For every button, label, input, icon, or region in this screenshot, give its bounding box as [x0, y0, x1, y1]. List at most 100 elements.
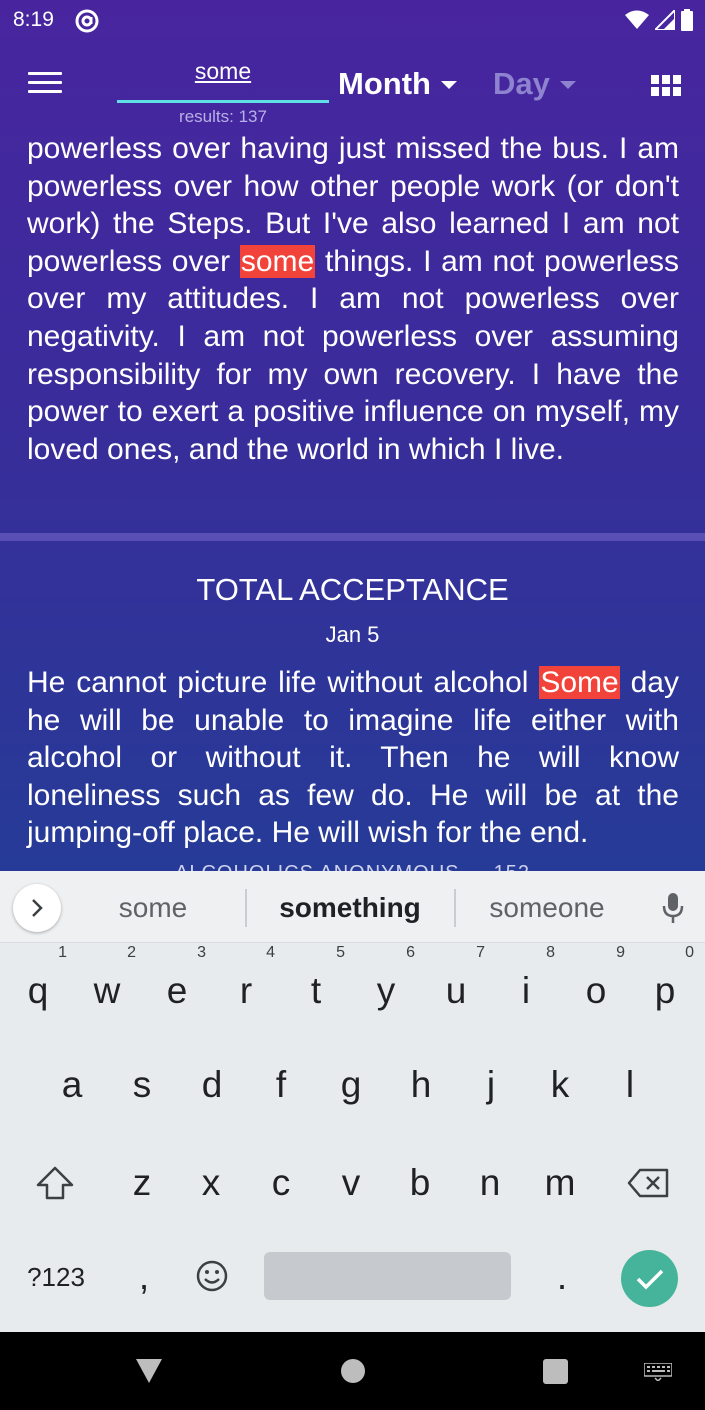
- chevron-down-icon: [440, 81, 457, 89]
- key-hint: 3: [197, 944, 206, 961]
- key[interactable]: x: [179, 1143, 243, 1223]
- status-bar: 8:19: [0, 0, 705, 40]
- key-label: i: [521, 970, 531, 1011]
- entry-text-before: He cannot picture life without alcohol: [27, 666, 540, 699]
- key[interactable]: q1: [6, 945, 70, 1031]
- key-hint: 1: [58, 944, 67, 961]
- entry-divider: [0, 533, 705, 541]
- entry-text: He cannot picture life without alcohol S…: [27, 664, 679, 852]
- key-label: n: [479, 1162, 501, 1203]
- emoji-icon: [196, 1260, 228, 1292]
- status-icons: [625, 8, 693, 32]
- key[interactable]: t5: [284, 945, 348, 1031]
- cell-signal-icon: [655, 10, 675, 30]
- navigation-bar: [0, 1332, 705, 1410]
- month-dropdown-label: Month: [338, 66, 431, 101]
- key-label: f: [275, 1064, 287, 1105]
- key-label: r: [239, 970, 253, 1011]
- key-label: b: [409, 1162, 431, 1203]
- enter-button[interactable]: [621, 1250, 678, 1307]
- key-label: p: [654, 970, 676, 1011]
- chevron-right-icon: [32, 899, 43, 917]
- expand-toolbar-button[interactable]: [13, 884, 61, 932]
- key-hint: 8: [546, 944, 555, 961]
- key[interactable]: d: [180, 1045, 244, 1125]
- key[interactable]: j: [459, 1045, 523, 1125]
- keyboard-switch-icon[interactable]: [644, 1363, 672, 1381]
- suggestion-strip: some something someone: [0, 871, 705, 943]
- key-label: w: [93, 970, 121, 1011]
- key-hint: 4: [266, 944, 275, 961]
- check-icon: [636, 1269, 663, 1289]
- back-icon[interactable]: [135, 1358, 163, 1384]
- key[interactable]: k: [528, 1045, 592, 1125]
- suggestion-divider: [245, 889, 247, 927]
- key[interactable]: h: [389, 1045, 453, 1125]
- battery-icon: [681, 9, 693, 31]
- backspace-icon: [627, 1168, 669, 1198]
- symbols-key[interactable]: ?123: [14, 1237, 98, 1317]
- backspace-key[interactable]: [616, 1143, 680, 1223]
- key[interactable]: c: [249, 1143, 313, 1223]
- key[interactable]: w2: [75, 945, 139, 1031]
- status-time: 8:19: [13, 8, 54, 31]
- spacebar[interactable]: [264, 1252, 511, 1300]
- key[interactable]: y6: [354, 945, 418, 1031]
- key[interactable]: f: [249, 1045, 313, 1125]
- search-query: some: [194, 58, 252, 84]
- notification-at-icon: [75, 9, 99, 33]
- suggestion-3[interactable]: someone: [470, 892, 624, 924]
- home-icon[interactable]: [341, 1359, 365, 1383]
- shift-key[interactable]: [23, 1143, 87, 1223]
- key-label: o: [585, 970, 607, 1011]
- suggestion-2[interactable]: something: [262, 892, 438, 924]
- entry-source: ALCOHOLICS ANONYMOUS — 152: [0, 862, 705, 871]
- key-label: q: [27, 970, 49, 1011]
- key-hint: 5: [336, 944, 345, 961]
- microphone-icon[interactable]: [660, 891, 686, 925]
- key[interactable]: b: [388, 1143, 452, 1223]
- entry-text: powerless over having just missed the bu…: [27, 130, 679, 468]
- key-label: k: [550, 1064, 570, 1105]
- key[interactable]: r4: [214, 945, 278, 1031]
- grid-view-icon[interactable]: [651, 75, 681, 97]
- key-label: z: [132, 1162, 152, 1203]
- results-count: results: 137: [179, 107, 267, 126]
- shift-icon: [36, 1166, 74, 1200]
- key[interactable]: a: [40, 1045, 104, 1125]
- toolbar: some results: 137 Month Day: [0, 48, 705, 128]
- day-dropdown[interactable]: Day: [493, 66, 576, 102]
- search-underline: [117, 100, 329, 103]
- key[interactable]: u7: [424, 945, 488, 1031]
- key-label: a: [61, 1064, 83, 1105]
- month-dropdown[interactable]: Month: [338, 66, 457, 102]
- app-screen: 8:19 some results: 137 Month Day powerle…: [0, 0, 705, 871]
- comma-key[interactable]: ,: [112, 1237, 176, 1317]
- key[interactable]: z: [110, 1143, 174, 1223]
- key[interactable]: e3: [145, 945, 209, 1031]
- key-label: s: [132, 1064, 152, 1105]
- key-label: j: [486, 1064, 496, 1105]
- key[interactable]: m: [528, 1143, 592, 1223]
- hamburger-menu-icon[interactable]: [28, 72, 62, 98]
- key[interactable]: g: [319, 1045, 383, 1125]
- suggestion-1[interactable]: some: [92, 892, 214, 924]
- key[interactable]: l: [598, 1045, 662, 1125]
- key-hint: 6: [406, 944, 415, 961]
- key[interactable]: o9: [564, 945, 628, 1031]
- search-highlight: Some: [539, 666, 620, 699]
- key[interactable]: p0: [633, 945, 697, 1031]
- key[interactable]: v: [319, 1143, 383, 1223]
- key[interactable]: i8: [494, 945, 558, 1031]
- key-label: u: [445, 970, 467, 1011]
- emoji-key[interactable]: [180, 1237, 244, 1317]
- key-label: g: [340, 1064, 362, 1105]
- key-label: c: [271, 1162, 291, 1203]
- chevron-down-icon: [559, 81, 576, 89]
- period-key[interactable]: .: [530, 1237, 594, 1317]
- search-input[interactable]: some: [117, 58, 329, 104]
- key[interactable]: s: [110, 1045, 174, 1125]
- key[interactable]: n: [458, 1143, 522, 1223]
- recents-icon[interactable]: [543, 1359, 568, 1384]
- key-label: y: [376, 970, 396, 1011]
